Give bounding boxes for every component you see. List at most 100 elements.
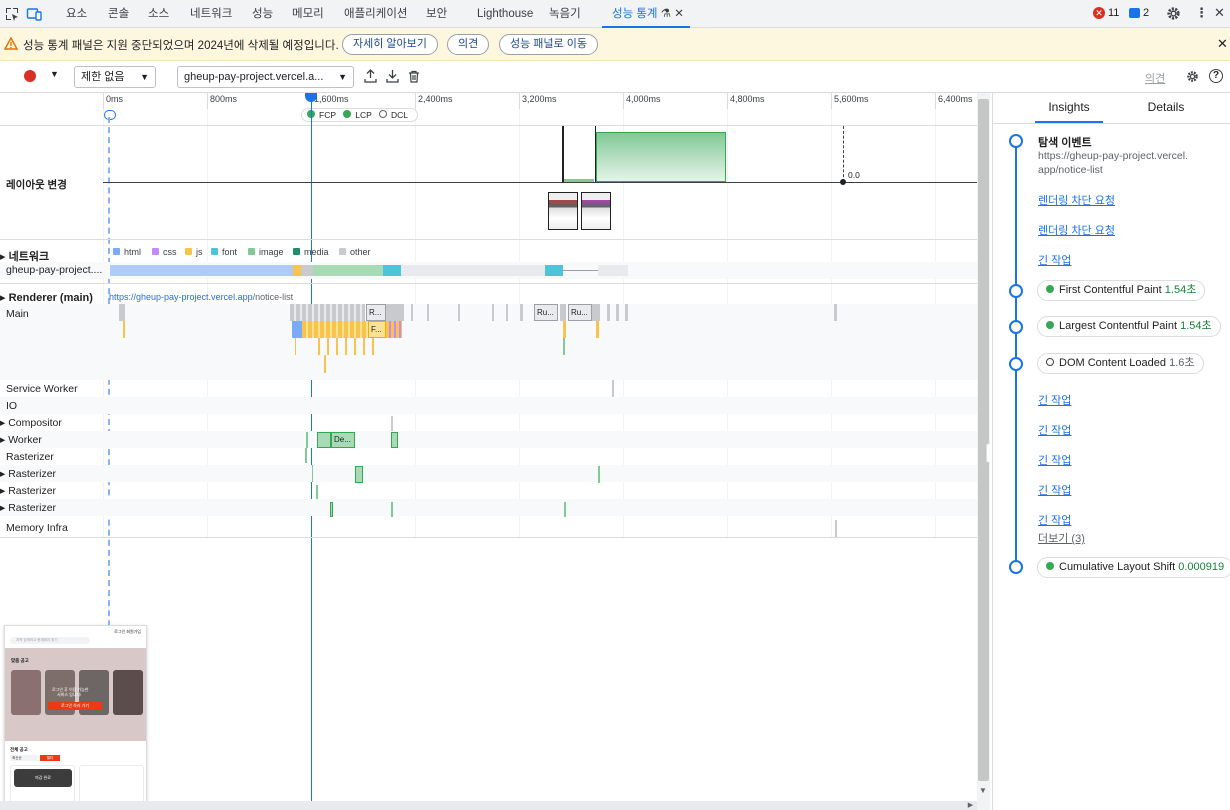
inspect-element-icon[interactable] [4, 6, 20, 22]
task-bar[interactable] [458, 304, 460, 321]
close-devtools-icon[interactable]: ✕ [1214, 5, 1225, 21]
task-bar[interactable] [316, 485, 318, 499]
rasterizer-row[interactable]: Rasterizer [0, 448, 977, 465]
metric-markers[interactable]: FCP LCP DCL [301, 108, 418, 122]
rasterizer-label[interactable]: ▸ Rasterizer [0, 485, 56, 497]
task-bar[interactable] [391, 416, 393, 431]
tab-performance-insights[interactable]: 성능 통계 ⚗ ✕ [602, 0, 690, 28]
task-subcall[interactable] [563, 321, 566, 338]
link-icon[interactable] [104, 110, 116, 120]
memory-infra-row[interactable]: Memory Infra [0, 516, 977, 538]
task-bar-labeled[interactable]: De... [331, 432, 355, 448]
task-bar[interactable] [560, 304, 566, 321]
task-subcall[interactable] [563, 338, 565, 355]
task-bar[interactable] [330, 502, 333, 517]
task-bar[interactable] [612, 380, 614, 397]
layout-shift-point[interactable] [840, 179, 846, 185]
rasterizer-row[interactable]: ▸ Rasterizer [0, 499, 977, 517]
task-subcall[interactable] [295, 338, 296, 355]
rasterizer-row[interactable]: ▸ Rasterizer [0, 482, 977, 499]
panel-settings-icon[interactable] [1186, 70, 1199, 83]
settings-gear-icon[interactable] [1166, 6, 1181, 21]
rasterizer-label[interactable]: ▸ Rasterizer [0, 468, 56, 480]
compositor-label[interactable]: ▸ Compositor [0, 417, 62, 429]
task-subcall[interactable] [302, 321, 368, 338]
error-count[interactable]: 11 [1108, 7, 1119, 19]
long-task-link-1[interactable]: 긴 작업 [1038, 252, 1071, 268]
task-bar[interactable] [355, 466, 363, 483]
network-request-bar-js[interactable] [293, 265, 301, 276]
tab-recorder[interactable]: 녹음기 [549, 0, 581, 28]
render-blocking-link-2[interactable]: 렌더링 차단 요청 [1038, 222, 1115, 238]
task-bar[interactable] [306, 432, 308, 448]
tab-elements[interactable]: 요소 [66, 0, 87, 28]
service-worker-row[interactable]: Service Worker [0, 380, 977, 397]
task-bar[interactable] [625, 304, 628, 321]
long-task-link-2[interactable]: 긴 작업 [1038, 392, 1071, 408]
io-row[interactable]: IO [0, 397, 977, 414]
task-bar[interactable] [592, 304, 600, 321]
task-subcall[interactable] [596, 321, 599, 338]
long-task-link-4[interactable]: 긴 작업 [1038, 452, 1071, 468]
task-bar[interactable] [835, 520, 837, 537]
vertical-scrollbar-thumb[interactable] [978, 99, 989, 781]
delete-trash-icon[interactable] [408, 70, 420, 83]
task-bar[interactable] [119, 304, 125, 321]
network-request-bar-html[interactable] [110, 265, 293, 276]
task-subcall[interactable] [292, 321, 302, 338]
layout-shift-screenshot-thumbnail[interactable] [581, 192, 611, 230]
task-subcall-labeled[interactable]: F... [368, 321, 386, 338]
task-bar[interactable] [391, 502, 393, 517]
layout-shift-cluster[interactable] [596, 132, 726, 182]
record-button[interactable] [24, 70, 36, 82]
task-bar[interactable] [312, 465, 313, 482]
worker-label[interactable]: ▸ Worker [0, 434, 42, 446]
screenshot-preview[interactable]: 로그인 회원가입 지역 검색하고 현재위치 찾기 맞춤 공고 로그인 후 이용 … [4, 625, 147, 808]
layout-shift-bar[interactable] [564, 179, 594, 182]
horizontal-scrollbar[interactable] [0, 801, 977, 810]
help-icon[interactable]: ? [1209, 69, 1223, 83]
close-tab-icon[interactable]: ✕ [674, 8, 684, 20]
network-track[interactable]: ▸ 네트워크 html css js font image media othe… [0, 240, 977, 284]
tab-security[interactable]: 보안 [426, 0, 447, 28]
task-bar[interactable] [564, 502, 566, 517]
collapse-sidebar-chevron-icon[interactable]: › [986, 443, 990, 463]
task-bar[interactable] [834, 304, 837, 321]
task-bar[interactable] [290, 304, 365, 321]
task-bar[interactable] [607, 304, 610, 321]
tab-console[interactable]: 콘솔 [108, 0, 129, 28]
renderer-track[interactable]: ▸ Renderer (main) https://gheup-pay-proj… [0, 284, 977, 380]
renderer-url[interactable]: https://gheup-pay-project.vercel.app/not… [109, 292, 293, 302]
task-bar[interactable] [317, 432, 331, 448]
network-request-bar-other[interactable] [598, 265, 628, 276]
upload-icon[interactable] [364, 69, 377, 83]
task-bar[interactable] [427, 304, 429, 321]
task-bar[interactable] [386, 304, 404, 321]
download-icon[interactable] [386, 69, 399, 83]
task-bar-labeled[interactable]: R... [366, 304, 386, 321]
task-bar-labeled[interactable]: Ru... [568, 304, 592, 321]
close-warning-icon[interactable]: ✕ [1217, 36, 1228, 52]
scroll-right-arrow-icon[interactable]: ▶ [966, 801, 975, 810]
tab-application[interactable]: 애플리케이션 [344, 0, 407, 28]
message-icon[interactable] [1129, 8, 1140, 18]
network-request-bar-font[interactable] [545, 265, 563, 276]
tab-memory[interactable]: 메모리 [292, 0, 324, 28]
tab-insights[interactable]: Insights [1035, 93, 1103, 123]
feedback-link[interactable]: 의견 [1145, 70, 1165, 86]
network-request-bar-image[interactable] [313, 265, 383, 276]
tab-sources[interactable]: 소스 [148, 0, 169, 28]
task-bar-labeled[interactable]: Ru... [534, 304, 558, 321]
fcp-chip[interactable]: First Contentful Paint 1.54초 [1037, 280, 1206, 301]
go-to-performance-button[interactable]: 성능 패널로 이동 [499, 34, 598, 55]
long-task-link-5[interactable]: 긴 작업 [1038, 482, 1071, 498]
task-subcall[interactable] [318, 338, 378, 355]
tab-details[interactable]: Details [1133, 93, 1199, 123]
more-options-icon[interactable]: ⋮ [1195, 5, 1208, 21]
compositor-row[interactable]: ▸ Compositor [0, 414, 977, 431]
task-bar[interactable] [598, 466, 600, 483]
device-toolbar-icon[interactable] [26, 6, 42, 22]
main-thread-row[interactable] [0, 304, 977, 380]
record-menu-chevron-icon[interactable]: ▼ [50, 69, 59, 79]
layout-shift-track[interactable]: 레이아웃 변경 0.0 [0, 126, 977, 240]
